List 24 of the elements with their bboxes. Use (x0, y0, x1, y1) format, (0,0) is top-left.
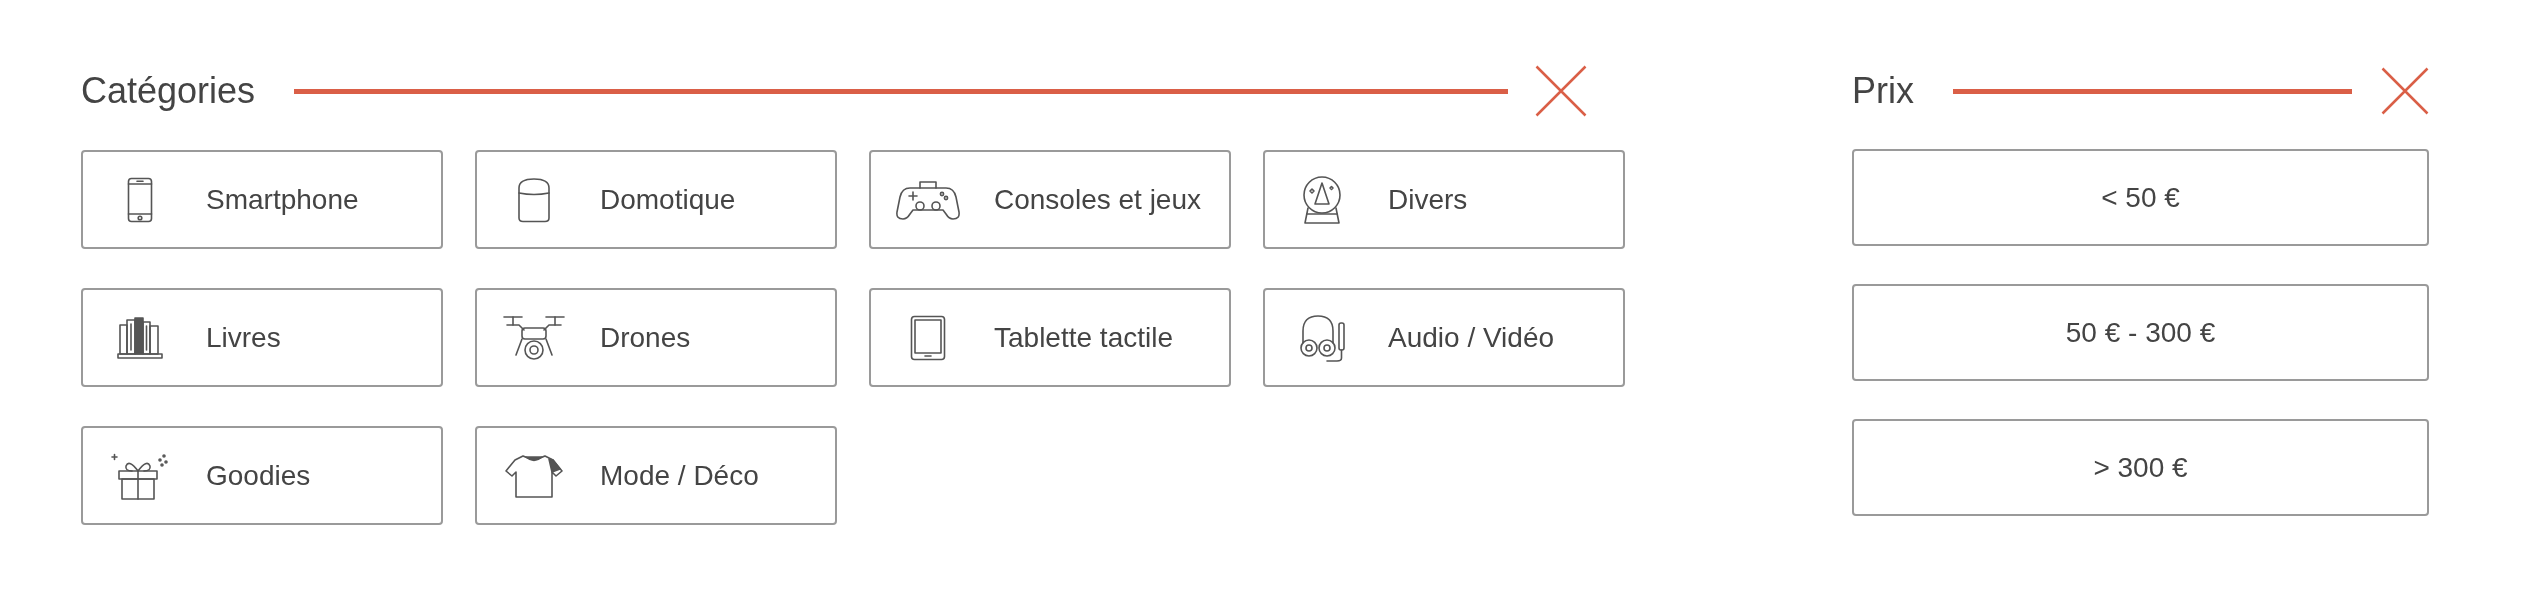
category-button[interactable]: Domotique (475, 150, 837, 249)
category-button[interactable]: Audio / Vidéo (1263, 288, 1625, 387)
headphones-icon (1297, 312, 1347, 363)
close-icon[interactable] (2381, 67, 2429, 115)
price-range-button[interactable]: < 50 € (1852, 149, 2429, 246)
category-button[interactable]: Consoles et jeux (869, 150, 1231, 249)
gamepad-icon (896, 178, 960, 221)
smart-speaker-icon (517, 176, 551, 223)
price-range-button[interactable]: > 300 € (1852, 419, 2429, 516)
category-button[interactable]: Mode / Déco (475, 426, 837, 525)
section-title: Catégories (81, 73, 256, 109)
category-button[interactable]: Tablette tactile (869, 288, 1231, 387)
books-icon (117, 315, 163, 360)
tshirt-icon (502, 452, 566, 499)
category-button[interactable]: Smartphone (81, 150, 443, 249)
close-icon[interactable] (1535, 65, 1587, 117)
category-button[interactable]: Divers (1263, 150, 1625, 249)
tablet-icon (910, 314, 946, 361)
smartphone-icon (127, 176, 153, 223)
section-title: Prix (1852, 73, 1914, 109)
category-button[interactable]: Goodies (81, 426, 443, 525)
price-range-button[interactable]: 50 € - 300 € (1852, 284, 2429, 381)
category-button[interactable]: Livres (81, 288, 443, 387)
category-button[interactable]: Drones (475, 288, 837, 387)
